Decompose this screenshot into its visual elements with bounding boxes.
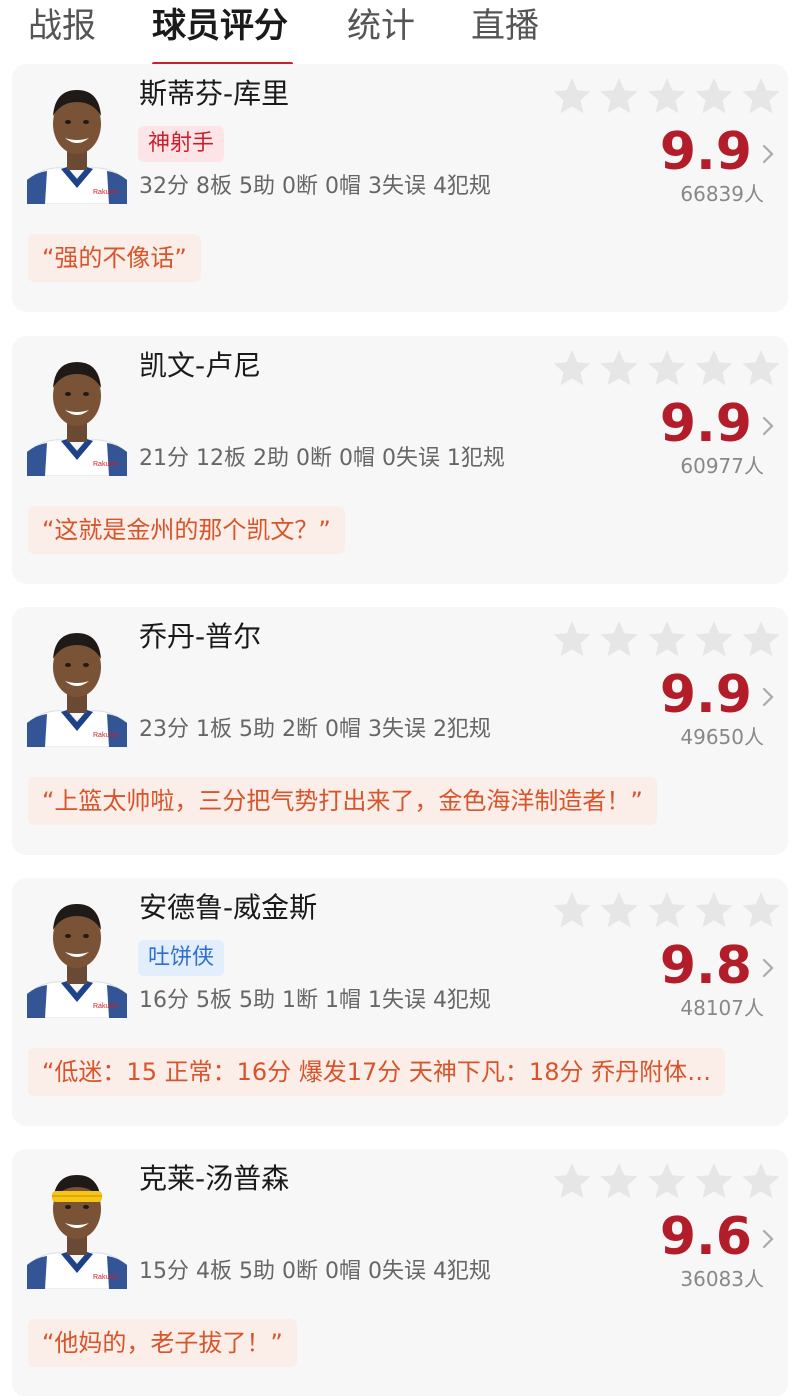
player-name: 斯蒂芬-库里 [139, 77, 290, 110]
player-score: 9.9 [659, 394, 752, 454]
player-stats: 16分 5板 5助 1断 1帽 1失误 4犯规 [139, 988, 491, 1013]
svg-text:Rakuten: Rakuten [93, 461, 119, 468]
star-icon[interactable] [741, 619, 781, 659]
tab-bar: 战报 球员评分 统计 直播 [0, 0, 800, 68]
top-comment[interactable]: “上篮太帅啦，三分把气势打出来了，金色海洋制造者！” [28, 777, 657, 825]
star-icon[interactable] [552, 76, 592, 116]
svg-text:Rakuten: Rakuten [93, 732, 119, 739]
star-icon[interactable] [694, 619, 734, 659]
top-comment[interactable]: “低迷：15 正常：16分 爆发17分 天神下凡：18分 乔丹附体… [28, 1048, 726, 1096]
player-card[interactable]: Rakuten 斯蒂芬-库里 神射手 32分 8板 5助 0断 0帽 3失误 4犯规 9… [12, 64, 788, 312]
star-icon[interactable] [552, 348, 592, 388]
player-stats: 21分 12板 2助 0断 0帽 0失误 1犯规 [139, 446, 505, 471]
player-name: 安德鲁-威金斯 [139, 891, 318, 924]
star-icon[interactable] [694, 348, 734, 388]
player-score: 9.8 [659, 936, 752, 996]
tab-player-ratings[interactable]: 球员评分 [152, 4, 288, 48]
star-icon[interactable] [741, 1161, 781, 1201]
star-icon[interactable] [741, 890, 781, 930]
rating-stars[interactable] [537, 890, 780, 934]
player-avatar: Rakuten [27, 76, 127, 204]
player-card[interactable]: Rakuten 乔丹-普尔 23分 1板 5助 2断 0帽 3失误 2犯规 9.9 49… [12, 607, 788, 855]
star-icon[interactable] [694, 76, 734, 116]
player-stats: 15分 4板 5助 0断 0帽 0失误 4犯规 [139, 1259, 491, 1284]
player-badge: 吐饼侠 [138, 940, 225, 976]
player-name: 凯文-卢尼 [139, 349, 262, 382]
star-icon[interactable] [647, 890, 687, 930]
voter-count: 60977人 [680, 454, 764, 478]
star-icon[interactable] [599, 348, 639, 388]
voter-count: 48107人 [680, 996, 764, 1020]
star-icon[interactable] [599, 890, 639, 930]
top-comment[interactable]: “这就是金州的那个凯文？” [28, 506, 345, 554]
star-icon[interactable] [741, 348, 781, 388]
star-icon[interactable] [694, 890, 734, 930]
player-stats: 23分 1板 5助 2断 0帽 3失误 2犯规 [139, 717, 491, 742]
rating-stars[interactable] [537, 348, 780, 392]
star-icon[interactable] [741, 76, 781, 116]
star-icon[interactable] [552, 890, 592, 930]
star-icon[interactable] [647, 348, 687, 388]
rating-stars[interactable] [537, 619, 780, 663]
star-icon[interactable] [647, 76, 687, 116]
star-icon[interactable] [599, 619, 639, 659]
chevron-right-icon[interactable] [760, 1227, 776, 1251]
player-name: 乔丹-普尔 [139, 620, 262, 653]
player-score: 9.9 [659, 665, 752, 725]
star-icon[interactable] [599, 1161, 639, 1201]
player-card[interactable]: Rakuten 凯文-卢尼 21分 12板 2助 0断 0帽 0失误 1犯规 9.9 6… [12, 336, 788, 584]
star-icon[interactable] [647, 1161, 687, 1201]
player-score: 9.6 [659, 1207, 752, 1267]
player-card[interactable]: Rakuten 克莱-汤普森 15分 4板 5助 0断 0帽 0失误 4犯规 9.6 3… [12, 1149, 788, 1396]
chevron-right-icon[interactable] [760, 956, 776, 980]
svg-text:Rakuten: Rakuten [93, 189, 119, 196]
player-avatar: Rakuten [27, 619, 127, 747]
chevron-right-icon[interactable] [760, 142, 776, 166]
tab-report[interactable]: 战报 [28, 4, 96, 48]
voter-count: 36083人 [680, 1267, 764, 1291]
star-icon[interactable] [694, 1161, 734, 1201]
player-name: 克莱-汤普森 [139, 1162, 290, 1195]
player-stats: 32分 8板 5助 0断 0帽 3失误 4犯规 [139, 174, 491, 199]
top-comment[interactable]: “他妈的，老子拔了！” [28, 1319, 297, 1367]
svg-text:Rakuten: Rakuten [93, 1003, 119, 1010]
tab-live[interactable]: 直播 [471, 4, 539, 48]
svg-text:Rakuten: Rakuten [93, 1274, 119, 1281]
player-avatar: Rakuten [27, 348, 127, 476]
chevron-right-icon[interactable] [760, 414, 776, 438]
voter-count: 66839人 [680, 182, 764, 206]
star-icon[interactable] [599, 76, 639, 116]
star-icon[interactable] [552, 619, 592, 659]
player-avatar: Rakuten [27, 1161, 127, 1289]
top-comment[interactable]: “强的不像话” [28, 234, 201, 282]
tab-statistics[interactable]: 统计 [347, 4, 415, 48]
player-badge: 神射手 [138, 126, 225, 162]
voter-count: 49650人 [680, 725, 764, 749]
rating-stars[interactable] [537, 1161, 780, 1205]
star-icon[interactable] [552, 1161, 592, 1201]
star-icon[interactable] [647, 619, 687, 659]
player-avatar: Rakuten [27, 890, 127, 1018]
rating-stars[interactable] [537, 76, 780, 120]
chevron-right-icon[interactable] [760, 685, 776, 709]
player-card[interactable]: Rakuten 安德鲁-威金斯 吐饼侠 16分 5板 5助 1断 1帽 1失误 4犯规… [12, 878, 788, 1126]
player-score: 9.9 [659, 122, 752, 182]
